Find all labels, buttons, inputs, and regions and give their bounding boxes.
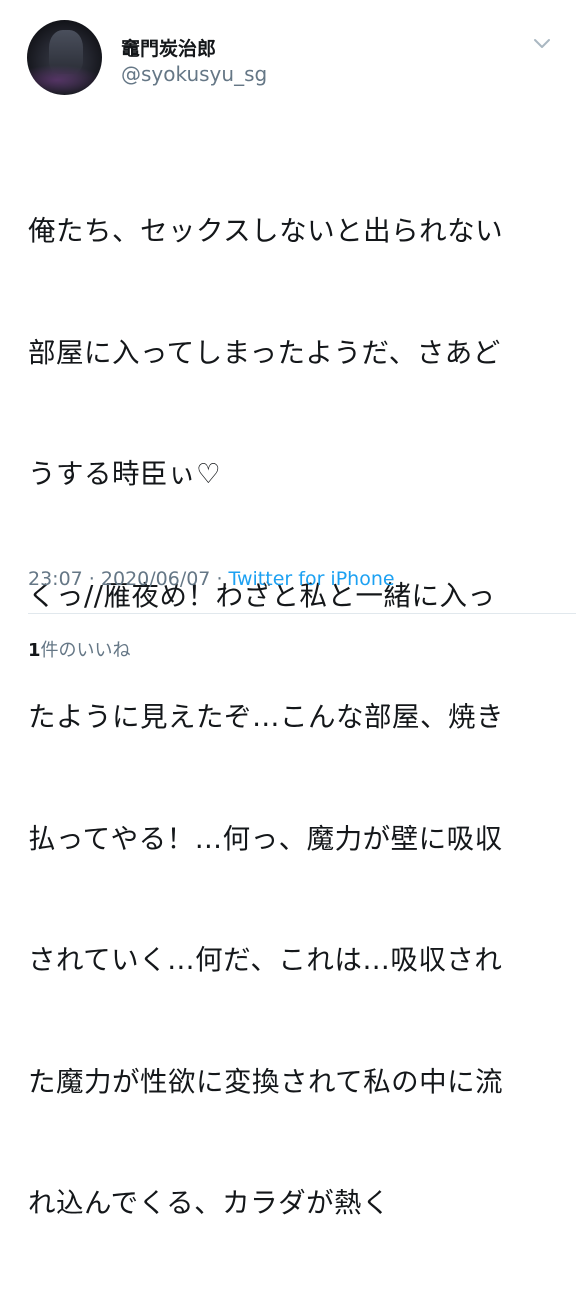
tweet-meta: 23:07 · 2020/06/07 · Twitter for iPhone xyxy=(28,568,395,590)
user-handle[interactable]: @syokusyu_sg xyxy=(121,62,267,86)
tweet-text-line: されていく…何だ、これは…吸収され xyxy=(28,944,503,976)
likes-link[interactable]: 1件のいいね xyxy=(28,636,131,662)
tweet-text-line: うする時臣ぃ♡ xyxy=(28,458,222,490)
tweet-text-line: たように見えたぞ…こんな部屋、焼き xyxy=(28,701,504,733)
chevron-down-icon[interactable] xyxy=(533,38,551,50)
tweet-text-line: れ込んでくる、カラダが熱く xyxy=(28,1187,391,1219)
likes-label: 件のいいね xyxy=(40,640,131,661)
tweet-text-line: た魔力が性欲に変換されて私の中に流 xyxy=(28,1065,504,1098)
tweet-card: 竈門炭治郎 @syokusyu_sg 俺たち、セックスしないと出られない 部屋に… xyxy=(0,0,576,1219)
tweet-text-line: 俺たち、セックスしないと出られない xyxy=(28,215,504,247)
display-name[interactable]: 竈門炭治郎 xyxy=(121,34,216,61)
tweet-time[interactable]: 23:07 xyxy=(28,568,83,590)
tweet-text: 俺たち、セックスしないと出られない 部屋に入ってしまったようだ、さあど うする時… xyxy=(28,130,558,1305)
meta-separator: · xyxy=(82,568,101,590)
tweet-text-line: 払ってやる！…何っ、魔力が壁に吸収 xyxy=(28,822,503,855)
tweet-date[interactable]: 2020/06/07 xyxy=(101,568,211,590)
avatar[interactable] xyxy=(27,20,102,95)
divider xyxy=(28,613,576,614)
likes-count: 1 xyxy=(28,640,41,661)
meta-separator: · xyxy=(210,568,229,590)
tweet-source-link[interactable]: Twitter for iPhone xyxy=(229,568,395,590)
avatar-glow xyxy=(27,65,102,95)
tweet-text-line: 部屋に入ってしまったようだ、さあど xyxy=(28,336,501,369)
